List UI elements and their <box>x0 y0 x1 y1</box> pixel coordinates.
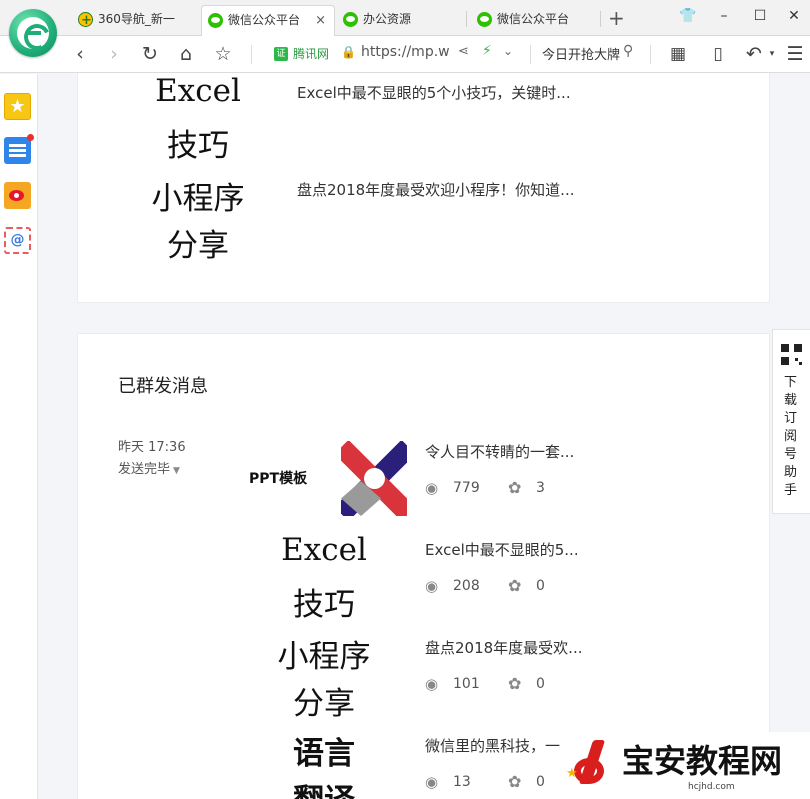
thumb-text-line: 小程序 <box>151 181 245 217</box>
thumb-text-line: 小程序 <box>277 639 371 675</box>
download-assistant-float[interactable]: 下载订阅号助手 <box>772 329 810 514</box>
browser-logo-icon[interactable] <box>9 9 57 57</box>
home-icon[interactable]: ⌂ <box>174 42 198 66</box>
wechat-icon <box>477 12 492 27</box>
watermark-title: 宝安教程网 <box>622 742 783 780</box>
send-status-dropdown[interactable]: 发送完毕 ▼ <box>118 458 180 477</box>
like-icon: ✿ <box>508 576 522 595</box>
forward-icon[interactable]: › <box>102 42 126 66</box>
notification-dot <box>27 134 34 141</box>
like-count: 0 <box>536 578 545 594</box>
news-icon[interactable] <box>4 134 34 164</box>
watermark-url: hcjhd.com <box>688 782 735 792</box>
toolbar-separator <box>530 45 531 64</box>
article-title-link[interactable]: Excel中最不显眼的5个小技巧，关键时... <box>297 82 571 103</box>
chevron-down-icon[interactable]: ⌄ <box>503 44 513 58</box>
like-icon: ✿ <box>508 674 522 693</box>
tab-title: 360导航_新一 <box>98 12 175 26</box>
tab-divider <box>466 11 467 27</box>
nav360-icon <box>78 6 93 35</box>
search-icon[interactable]: ⚲ <box>623 43 633 59</box>
view-count: 779 <box>453 480 480 496</box>
favorites-star-icon[interactable]: ★ <box>4 93 31 120</box>
tab-title: 办公资源 <box>363 12 412 26</box>
mail-icon[interactable]: @ <box>4 227 31 254</box>
cert-label[interactable]: 腾讯网 <box>293 45 329 62</box>
tab-divider <box>600 11 601 27</box>
url-input[interactable]: https://mp.w <box>361 44 450 60</box>
tab-wechat-platform-active[interactable]: 微信公众平台 × <box>201 5 335 37</box>
article-title-link[interactable]: Excel中最不显眼的5... <box>425 539 579 560</box>
thumb-text-line: 技巧 <box>167 128 229 164</box>
like-icon: ✿ <box>508 772 522 791</box>
new-tab-button[interactable]: + <box>608 8 625 28</box>
back-icon[interactable]: ‹ <box>68 42 92 66</box>
lock-icon: 🔒 <box>341 45 356 59</box>
section-title: 已群发消息 <box>118 376 208 397</box>
thumb-text-line: 语言 <box>293 736 355 772</box>
sent-messages-card: 已群发消息 昨天 17:36 发送完毕 ▼ PPT模板 Excel 技巧 小程序 … <box>77 333 770 799</box>
view-count: 101 <box>453 676 480 692</box>
close-window-icon[interactable]: ✕ <box>782 6 806 26</box>
like-count: 0 <box>536 676 545 692</box>
minimize-icon[interactable]: – <box>712 6 736 26</box>
phone-icon[interactable]: ▯ <box>706 42 730 66</box>
refresh-icon[interactable]: ↻ <box>138 42 162 66</box>
address-toolbar: ‹ › ↻ ⌂ ☆ 证 腾讯网 🔒 https://mp.w ⋖ ⚡ ⌄ 今日开… <box>0 36 810 73</box>
ppt-label: PPT模板 <box>249 471 308 487</box>
bolt-icon[interactable]: ⚡ <box>482 43 492 59</box>
bookmark-star-icon[interactable]: ☆ <box>211 42 235 66</box>
toolbar-separator <box>251 45 252 64</box>
article-title-link[interactable]: 盘点2018年度最受欢迎小程序！你知道... <box>297 179 574 200</box>
caret-down-icon: ▼ <box>173 466 180 476</box>
eye-icon: ◉ <box>425 479 439 497</box>
thumb-text-line: Excel <box>281 532 367 568</box>
like-count: 0 <box>536 774 545 790</box>
wechat-icon <box>208 13 223 28</box>
tab-bar: 360导航_新一 微信公众平台 × 办公资源 微信公众平台 + 👕 – ☐ ✕ <box>0 0 810 57</box>
tab-title: 微信公众平台 <box>228 13 301 27</box>
watermark-logo-icon: ★ <box>566 738 614 788</box>
x-logo-icon <box>341 441 407 516</box>
tab-360-nav[interactable]: 360导航_新一 <box>72 5 198 36</box>
article-title-link[interactable]: 盘点2018年度最受欢... <box>425 637 582 658</box>
skin-icon[interactable]: 👕 <box>676 6 700 26</box>
thumb-text-line: 技巧 <box>293 587 355 623</box>
like-icon: ✿ <box>508 478 522 497</box>
thumb-text-line: 分享 <box>167 228 229 264</box>
menu-icon[interactable]: ☰ <box>783 42 807 66</box>
cert-icon[interactable]: 证 <box>274 47 288 61</box>
send-status-label: 发送完毕 <box>118 462 171 477</box>
thumb-text-line: Excel <box>155 73 241 109</box>
article-thumbnail[interactable]: PPT模板 <box>241 441 407 516</box>
share-icon[interactable]: ⋖ <box>458 44 469 59</box>
chevron-down-icon[interactable]: ▾ <box>760 42 784 66</box>
close-icon[interactable]: × <box>315 6 326 35</box>
download-assistant-label: 下载订阅号助手 <box>784 375 798 498</box>
thumb-text-line: 分享 <box>293 686 355 722</box>
weibo-icon[interactable] <box>4 182 31 209</box>
site-watermark: ★ 宝安教程网 hcjhd.com <box>560 732 810 799</box>
toolbar-separator <box>650 45 651 64</box>
article-title-link[interactable]: 微信里的黑科技，一 <box>425 735 560 756</box>
send-time: 昨天 17:36 <box>118 440 186 455</box>
maximize-icon[interactable]: ☐ <box>748 6 772 26</box>
like-count: 3 <box>536 480 545 496</box>
article-group-card: Excel 技巧 小程序 分享 Excel中最不显眼的5个小技巧，关键时... … <box>77 73 770 303</box>
tab-title: 微信公众平台 <box>497 12 570 26</box>
qr-code-icon <box>781 344 802 365</box>
left-sidebar: ★ @ <box>0 74 38 799</box>
article-title-link[interactable]: 令人目不转睛的一套... <box>425 441 574 462</box>
wechat-icon <box>343 12 358 27</box>
eye-icon: ◉ <box>425 675 439 693</box>
tab-wechat-platform[interactable]: 微信公众平台 <box>471 5 599 36</box>
eye-icon: ◉ <box>425 773 439 791</box>
thumb-text-line: 翻译 <box>274 775 374 799</box>
apps-icon[interactable]: ▦ <box>666 42 690 66</box>
view-count: 13 <box>453 774 471 790</box>
eye-icon: ◉ <box>425 577 439 595</box>
view-count: 208 <box>453 578 480 594</box>
tab-office-resources[interactable]: 办公资源 <box>337 5 465 36</box>
